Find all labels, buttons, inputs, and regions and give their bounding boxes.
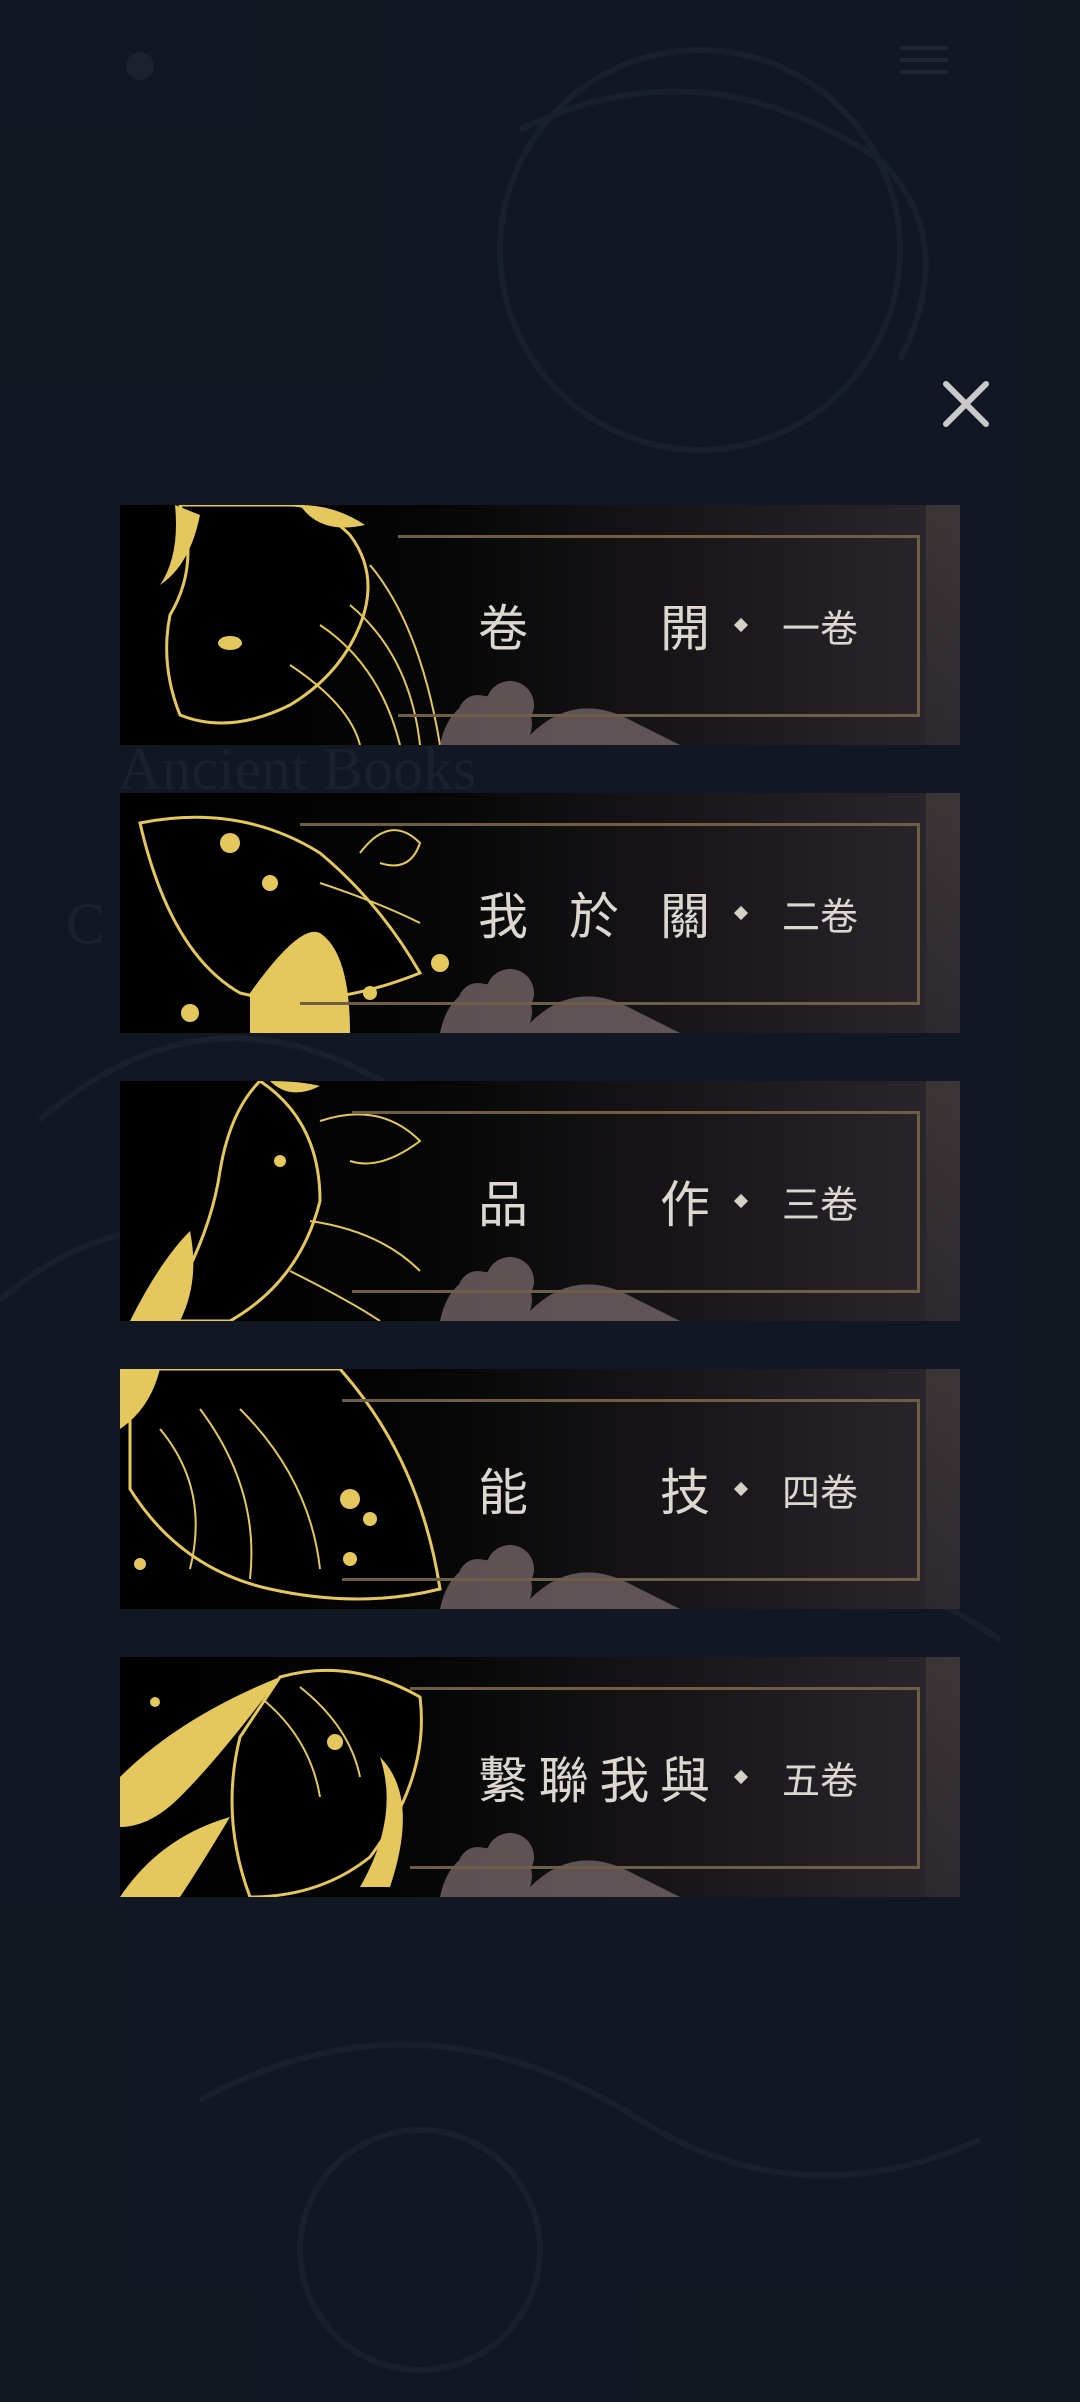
menu-item-volume: 四卷 (782, 1470, 859, 1515)
title-char: 聯 (538, 1752, 589, 1810)
menu-item-title: 我 於 關 (478, 877, 710, 949)
close-icon[interactable] (940, 378, 992, 430)
separator-dot-icon (733, 1193, 749, 1209)
menu-item-volume-2[interactable]: 我 於 關 二卷 (120, 793, 960, 1033)
menu-item-volume: 二卷 (782, 894, 859, 939)
menu-item-volume: 一卷 (782, 606, 859, 651)
menu-item-label: 卷 開 一卷 (478, 593, 868, 658)
menu-item-edge (926, 505, 960, 745)
separator-dot-icon (733, 1481, 749, 1497)
title-char: 我 (599, 1752, 650, 1810)
menu-item-title: 品 作 (478, 1165, 710, 1237)
title-char: 於 (569, 888, 619, 946)
menu-item-edge (926, 793, 960, 1033)
title-char: 技 (660, 1464, 710, 1522)
title-char: 卷 (478, 600, 528, 658)
title-char: 作 (660, 1176, 710, 1234)
menu-item-volume-1[interactable]: 卷 開 一卷 (120, 505, 960, 745)
menu-item-title: 能 技 (478, 1453, 710, 1525)
menu-item-label: 能 技 四卷 (478, 1457, 868, 1522)
title-char: 與 (659, 1752, 710, 1810)
title-char: 繫 (478, 1752, 528, 1810)
menu-item-volume-5[interactable]: 繫 聯 我 與 五卷 (120, 1657, 960, 1897)
title-char: 開 (660, 600, 710, 658)
title-char: 品 (478, 1176, 528, 1234)
menu-item-volume: 三卷 (782, 1182, 859, 1227)
title-char: 能 (478, 1464, 528, 1522)
title-char: 關 (660, 888, 710, 946)
menu-item-edge (926, 1369, 960, 1609)
menu-item-label: 我 於 關 二卷 (478, 881, 868, 946)
menu-item-title: 卷 開 (478, 589, 710, 661)
menu-item-volume-4[interactable]: 能 技 四卷 (120, 1369, 960, 1609)
menu-item-label: 品 作 三卷 (478, 1169, 868, 1234)
title-char: 我 (478, 888, 528, 946)
menu-item-volume-3[interactable]: 品 作 三卷 (120, 1081, 960, 1321)
menu-item-edge (926, 1081, 960, 1321)
separator-dot-icon (733, 617, 749, 633)
menu-item-label: 繫 聯 我 與 五卷 (478, 1745, 868, 1810)
separator-dot-icon (733, 905, 749, 921)
menu-item-title: 繫 聯 我 與 (478, 1741, 710, 1813)
menu-item-edge (926, 1657, 960, 1897)
volume-menu-list: 卷 開 一卷 我 於 關 二卷 品 作 三卷 能 技 四卷 繫 聯 我 與 五卷 (120, 505, 960, 1945)
separator-dot-icon (733, 1769, 749, 1785)
menu-item-volume: 五卷 (782, 1758, 859, 1803)
